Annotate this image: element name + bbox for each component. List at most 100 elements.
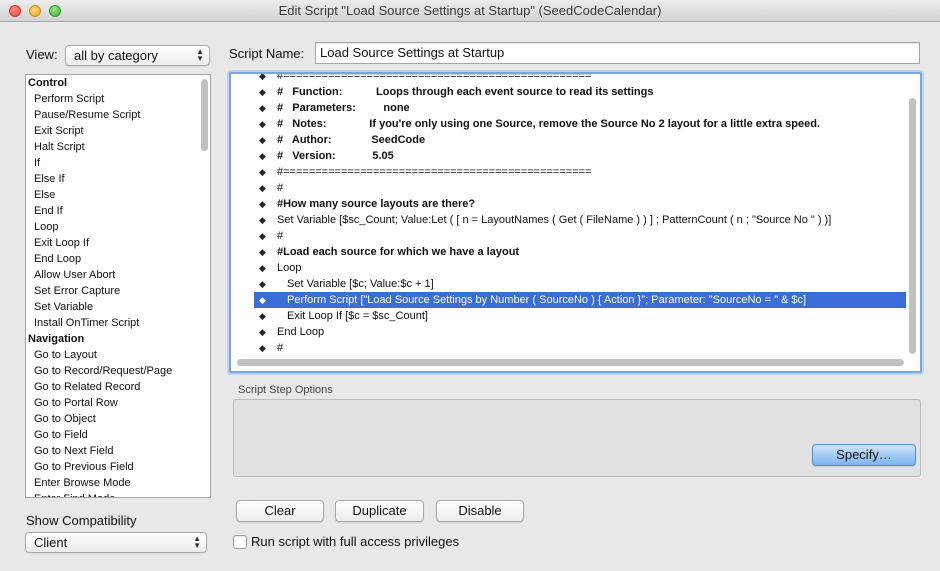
script-steps-list[interactable]: Control Perform Script Pause/Resume Script… bbox=[25, 74, 211, 498]
script-line-text: #Load each source for which we have a la… bbox=[277, 246, 520, 258]
popup-arrows-icon: ▲ ▼ bbox=[193, 534, 201, 550]
steps-list-item[interactable]: Halt Script bbox=[26, 139, 210, 155]
drag-handle-icon[interactable]: ◆ bbox=[259, 196, 266, 212]
script-line[interactable]: ◆ End Loop bbox=[231, 324, 904, 340]
disable-button[interactable]: Disable bbox=[436, 500, 524, 522]
script-line[interactable]: ◆ # bbox=[231, 180, 904, 196]
script-line[interactable]: ◆ #Load each source for which we have a l… bbox=[231, 244, 904, 260]
steps-list-item[interactable]: Allow User Abort bbox=[26, 267, 210, 283]
steps-list-item[interactable]: Perform Script bbox=[26, 91, 210, 107]
script-line[interactable]: ◆ # bbox=[231, 228, 904, 244]
drag-handle-icon[interactable]: ◆ bbox=[259, 84, 266, 100]
drag-handle-icon[interactable]: ◆ bbox=[259, 164, 266, 180]
steps-list-item[interactable]: Set Variable bbox=[26, 299, 210, 315]
script-hscrollbar-thumb[interactable] bbox=[237, 359, 904, 366]
steps-list-item[interactable]: Loop bbox=[26, 219, 210, 235]
window-titlebar: Edit Script "Load Source Settings at Sta… bbox=[0, 0, 940, 22]
steps-list-item[interactable]: Enter Browse Mode bbox=[26, 475, 210, 491]
steps-list-item[interactable]: Go to Field bbox=[26, 427, 210, 443]
steps-list-item[interactable]: Go to Portal Row bbox=[26, 395, 210, 411]
script-name-label: Script Name: bbox=[229, 46, 305, 61]
script-line[interactable]: ◆ Exit Loop If [$c = $sc_Count] bbox=[231, 308, 904, 324]
view-label: View: bbox=[26, 47, 58, 62]
steps-list-item[interactable]: Install OnTimer Script bbox=[26, 315, 210, 331]
steps-list-item[interactable]: Exit Script bbox=[26, 123, 210, 139]
script-editor[interactable]: ◆ #======================================… bbox=[229, 72, 922, 373]
duplicate-button[interactable]: Duplicate bbox=[335, 500, 424, 522]
drag-handle-icon[interactable]: ◆ bbox=[259, 132, 266, 148]
script-line-text: # Function: Loops through each event sou… bbox=[277, 86, 654, 98]
drag-handle-icon[interactable]: ◆ bbox=[259, 116, 266, 132]
steps-list-item[interactable]: Go to Related Record bbox=[26, 379, 210, 395]
steps-list-item[interactable]: Go to Next Field bbox=[26, 443, 210, 459]
drag-handle-icon[interactable]: ◆ bbox=[259, 292, 266, 308]
steps-list-item[interactable]: Go to Layout bbox=[26, 347, 210, 363]
steps-list-item[interactable]: Else If bbox=[26, 171, 210, 187]
view-popup[interactable]: all by category ▲ ▼ bbox=[65, 45, 210, 66]
drag-handle-icon[interactable]: ◆ bbox=[259, 244, 266, 260]
show-compatibility-label: Show Compatibility bbox=[26, 513, 137, 528]
full-access-checkbox[interactable] bbox=[233, 535, 247, 549]
script-line[interactable]: ◆ #======================================… bbox=[231, 164, 904, 180]
steps-list-item[interactable]: Go to Object bbox=[26, 411, 210, 427]
drag-handle-icon[interactable]: ◆ bbox=[259, 148, 266, 164]
steps-category-header: Control bbox=[28, 77, 68, 89]
script-line[interactable]: ◆ # Function: Loops through each event so… bbox=[231, 84, 904, 100]
compatibility-popup[interactable]: Client ▲ ▼ bbox=[25, 532, 207, 553]
steps-list-item[interactable]: End Loop bbox=[26, 251, 210, 267]
drag-handle-icon[interactable]: ◆ bbox=[259, 324, 266, 340]
zoom-window-icon[interactable] bbox=[49, 5, 61, 17]
script-line-text: # bbox=[277, 342, 284, 354]
minimize-window-icon[interactable] bbox=[29, 5, 41, 17]
script-steps-items: Control Perform Script Pause/Resume Script… bbox=[26, 75, 210, 497]
drag-handle-icon[interactable]: ◆ bbox=[259, 100, 266, 116]
script-step-options-panel: Specify… bbox=[233, 399, 921, 477]
specify-button[interactable]: Specify… bbox=[812, 444, 916, 466]
steps-list-item[interactable]: Pause/Resume Script bbox=[26, 107, 210, 123]
script-line[interactable]: ◆ # Notes: If you're only using one Sourc… bbox=[231, 116, 904, 132]
steps-list-item[interactable]: Else bbox=[26, 187, 210, 203]
close-window-icon[interactable] bbox=[9, 5, 21, 17]
drag-handle-icon[interactable]: ◆ bbox=[259, 180, 266, 196]
script-line[interactable]: ◆ # Version: 5.05 bbox=[231, 148, 904, 164]
script-name-field[interactable]: Load Source Settings at Startup bbox=[315, 42, 920, 64]
drag-handle-icon[interactable]: ◆ bbox=[259, 308, 266, 324]
script-step-options-label: Script Step Options bbox=[238, 384, 333, 396]
steps-scrollbar-thumb[interactable] bbox=[201, 79, 208, 151]
script-line-text: # Parameters: none bbox=[277, 102, 410, 114]
steps-category-header: Navigation bbox=[28, 333, 85, 345]
script-vscrollbar-thumb[interactable] bbox=[909, 98, 916, 354]
script-line[interactable]: ◆ Loop bbox=[231, 260, 904, 276]
script-line-text: Set Variable [$sc_Count; Value:Let ( [ n… bbox=[277, 214, 832, 226]
full-access-label[interactable]: Run script with full access privileges bbox=[251, 534, 459, 549]
steps-list-item[interactable]: End If bbox=[26, 203, 210, 219]
script-line[interactable]: ◆ # bbox=[231, 340, 904, 356]
steps-list-item[interactable]: If bbox=[26, 155, 210, 171]
script-line-text: # bbox=[277, 182, 284, 194]
script-line-text: Exit Loop If [$c = $sc_Count] bbox=[287, 310, 428, 322]
script-line[interactable]: ◆ #How many source layouts are there? bbox=[231, 196, 904, 212]
steps-list-item[interactable]: Go to Previous Field bbox=[26, 459, 210, 475]
drag-handle-icon[interactable]: ◆ bbox=[259, 212, 266, 228]
script-line[interactable]: ◆ Set Variable [$c; Value:$c + 1] bbox=[231, 276, 904, 292]
script-line-text: Set Variable [$c; Value:$c + 1] bbox=[287, 278, 434, 290]
script-line-text: #How many source layouts are there? bbox=[277, 198, 476, 210]
script-line[interactable]: ◆ #======================================… bbox=[231, 74, 904, 84]
script-line[interactable]: ◆ Set Variable [$sc_Count; Value:Let ( [ … bbox=[231, 212, 904, 228]
drag-handle-icon[interactable]: ◆ bbox=[259, 340, 266, 356]
drag-handle-icon[interactable]: ◆ bbox=[259, 276, 266, 292]
script-line[interactable]: ◆ # Author: SeedCode bbox=[231, 132, 904, 148]
drag-handle-icon[interactable]: ◆ bbox=[259, 74, 266, 84]
steps-list-item[interactable]: Go to Record/Request/Page bbox=[26, 363, 210, 379]
clear-button[interactable]: Clear bbox=[236, 500, 324, 522]
drag-handle-icon[interactable]: ◆ bbox=[259, 228, 266, 244]
steps-list-item[interactable]: Enter Find Mode bbox=[26, 491, 210, 497]
popup-arrows-icon: ▲ ▼ bbox=[196, 47, 204, 63]
script-line[interactable]: ◆ # Parameters: none bbox=[231, 100, 904, 116]
drag-handle-icon[interactable]: ◆ bbox=[259, 260, 266, 276]
script-line-text: #=======================================… bbox=[277, 166, 592, 178]
steps-list-item[interactable]: Set Error Capture bbox=[26, 283, 210, 299]
script-line-selected[interactable]: ◆ Perform Script ["Load Source Settings b… bbox=[254, 292, 906, 308]
script-line-text: End Loop bbox=[277, 326, 325, 338]
steps-list-item[interactable]: Exit Loop If bbox=[26, 235, 210, 251]
